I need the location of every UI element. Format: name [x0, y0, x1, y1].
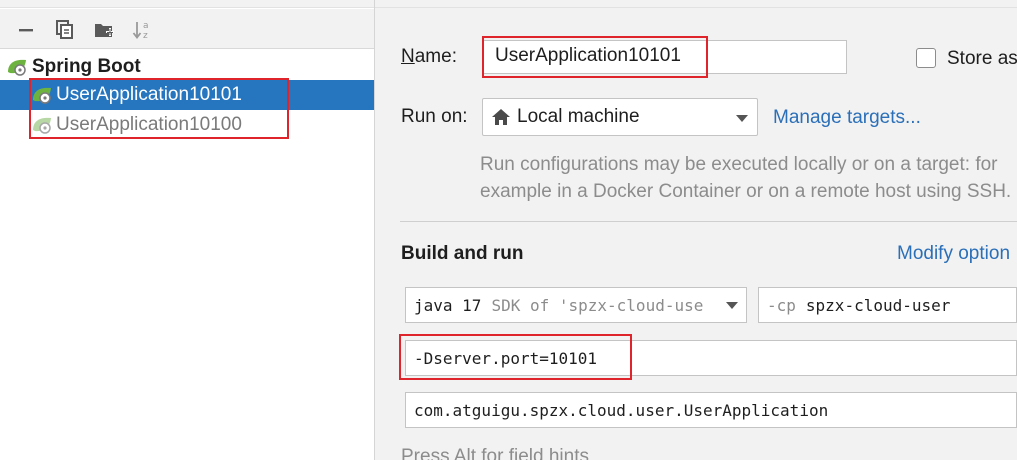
name-input[interactable]: UserApplication10101 — [482, 40, 847, 74]
sort-alphabetical-icon[interactable]: a z — [132, 19, 154, 41]
top-strip — [0, 0, 374, 8]
tree-toolbar: a z — [0, 9, 374, 49]
sdk-detail: SDK of 'spzx-cloud-use — [491, 295, 704, 315]
run-on-value: Local machine — [517, 106, 640, 127]
svg-text:z: z — [143, 31, 148, 41]
manage-targets-link[interactable]: Manage targets... — [773, 107, 921, 129]
copy-icon[interactable] — [54, 19, 76, 41]
new-folder-icon[interactable] — [93, 19, 115, 41]
configuration-editor-panel: Name: UserApplication10101 Store as Run … — [375, 0, 1017, 460]
sdk-select[interactable]: java 17 SDK of 'spzx-cloud-use — [405, 287, 747, 323]
remove-icon[interactable] — [16, 19, 38, 41]
section-divider — [400, 221, 1017, 222]
run-configurations-dialog: a z Spring Boot UserApplication10101 Use… — [0, 0, 1017, 460]
field-hints-text: Press Alt for field hints — [401, 446, 589, 460]
build-and-run-title: Build and run — [401, 243, 524, 264]
name-input-value: UserApplication10101 — [495, 45, 681, 66]
vm-options-value: -Dserver.port=10101 — [414, 348, 598, 368]
vm-options-input[interactable]: -Dserver.port=10101 — [405, 340, 1017, 376]
run-on-hint-line1: Run configurations may be executed local… — [480, 154, 998, 175]
tree-group-spring-boot[interactable]: Spring Boot — [0, 52, 374, 82]
main-class-input[interactable]: com.atguigu.spzx.cloud.user.UserApplicat… — [405, 392, 1017, 428]
store-as-project-file-checkbox[interactable] — [916, 48, 936, 68]
top-strip — [375, 0, 1017, 8]
home-icon — [491, 107, 511, 127]
run-on-select[interactable]: Local machine — [482, 98, 758, 136]
tree-item-label: UserApplication10101 — [56, 84, 242, 105]
configurations-tree-panel: a z Spring Boot UserApplication10101 Use… — [0, 0, 374, 460]
chevron-down-icon — [726, 302, 738, 309]
classpath-value: spzx-cloud-user — [805, 295, 951, 315]
spring-boot-app-icon — [31, 84, 53, 106]
name-label: Name: — [401, 46, 457, 67]
spring-boot-icon — [6, 56, 28, 78]
run-on-hint-line2: example in a Docker Container or on a re… — [480, 181, 1012, 202]
tree-group-label: Spring Boot — [32, 56, 141, 77]
sdk-java-version: java 17 — [414, 295, 482, 315]
svg-text:a: a — [143, 21, 149, 31]
classpath-field[interactable]: -cp spzx-cloud-user — [758, 287, 1017, 323]
store-as-label: Store as — [947, 48, 1017, 69]
tree-item-userapplication10100[interactable]: UserApplication10100 — [0, 110, 374, 140]
modify-options-link[interactable]: Modify option — [897, 243, 1010, 265]
spring-boot-app-icon — [31, 114, 53, 136]
tree-item-label: UserApplication10100 — [56, 114, 242, 135]
tree-item-userapplication10101[interactable]: UserApplication10101 — [0, 80, 374, 110]
chevron-down-icon — [736, 115, 748, 122]
main-class-value: com.atguigu.spzx.cloud.user.UserApplicat… — [414, 400, 829, 420]
run-on-label: Run on: — [401, 106, 468, 127]
classpath-flag: -cp — [767, 295, 796, 315]
